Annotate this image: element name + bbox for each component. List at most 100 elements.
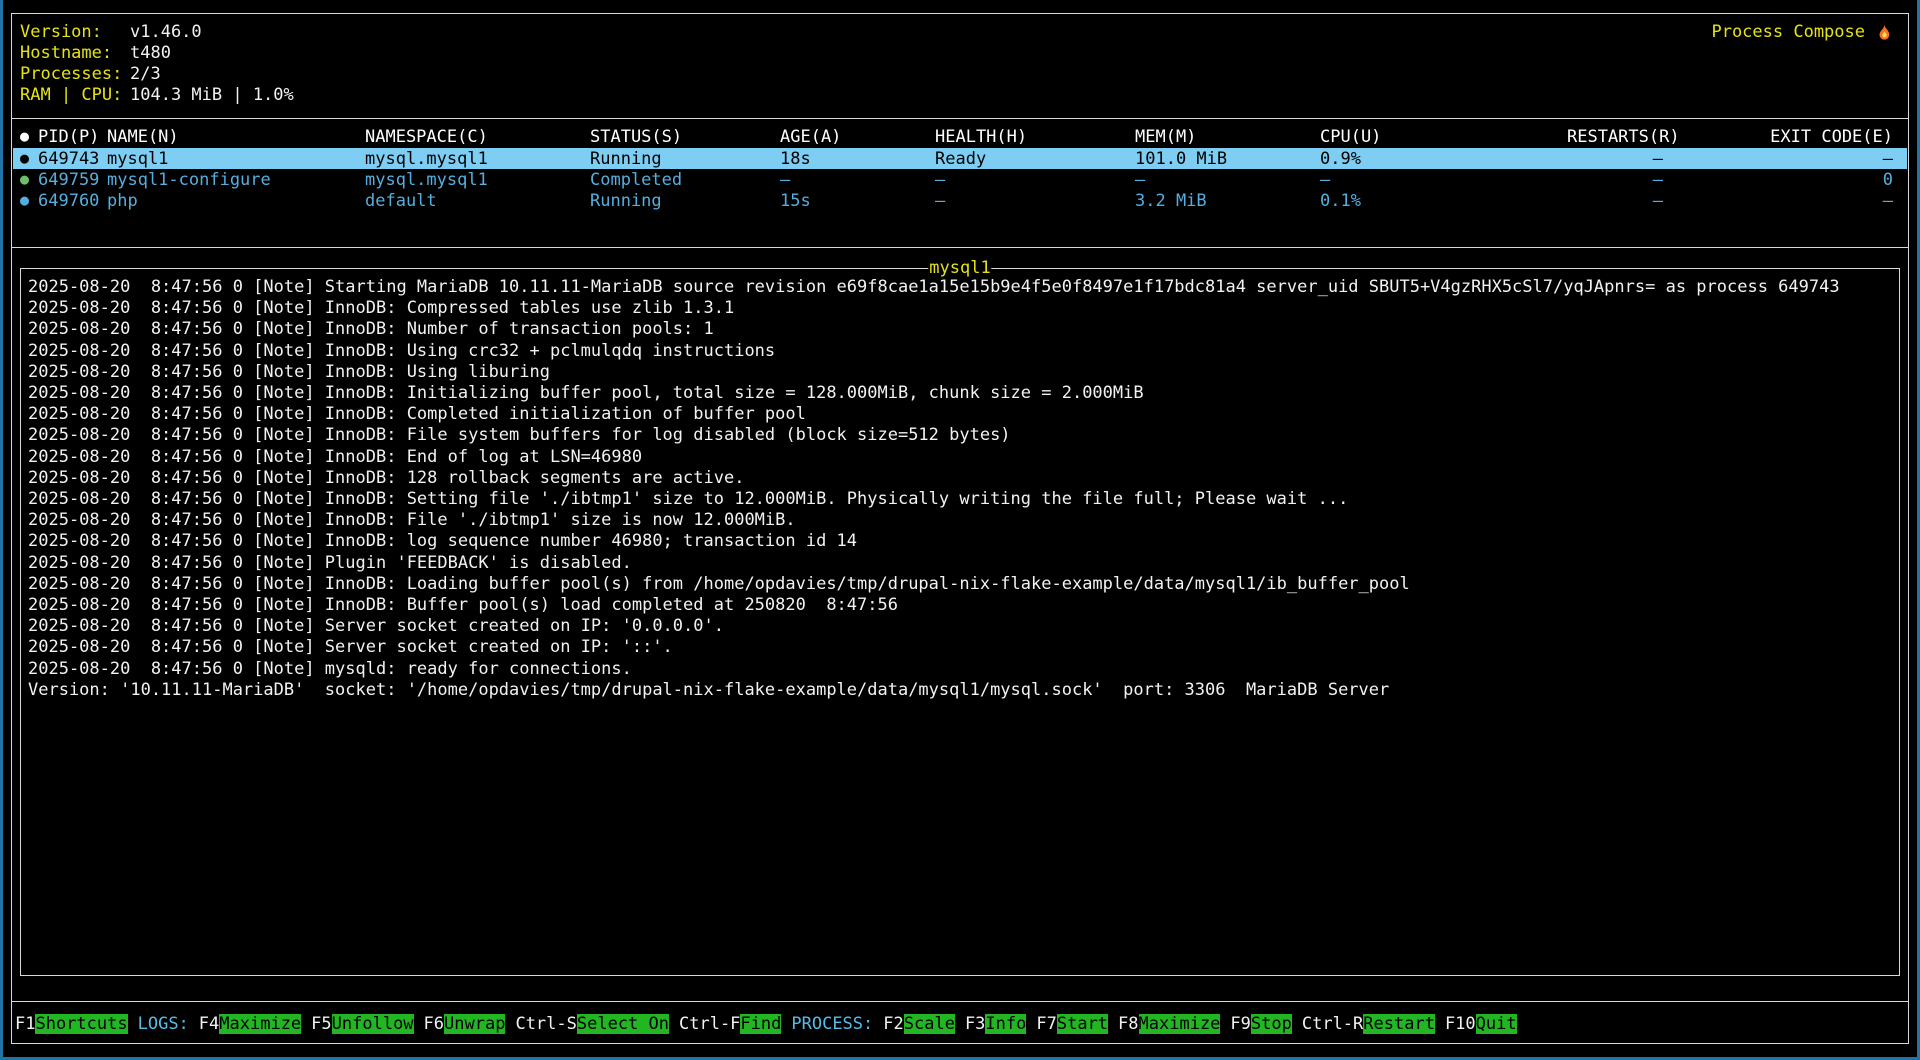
col-age[interactable]: AGE(A) [780,127,935,147]
shortcut-button-select-on[interactable]: Select On [577,1014,669,1034]
hostname-label: Hostname: [20,43,130,64]
log-lines: 2025-08-20 8:47:56 0 [Note] Starting Mar… [28,277,1895,701]
shortcut-ctrl-r: Ctrl-RRestart [1302,1014,1435,1034]
shortcut-button-start[interactable]: Start [1057,1014,1108,1034]
processes-label: Processes: [20,64,130,85]
app-frame: Version:v1.46.0 Hostname:t480 Processes:… [11,13,1909,1044]
log-line: 2025-08-20 8:47:56 0 [Note] InnoDB: Load… [28,574,1895,595]
shortcut-key: F7 [1036,1014,1056,1034]
col-namespace[interactable]: NAMESPACE(C) [365,127,590,147]
process-table-header: ● PID(P) NAME(N) NAMESPACE(C) STATUS(S) … [13,125,1907,148]
status-dot-icon: ● [20,172,38,187]
shortcut-button-quit[interactable]: Quit [1476,1014,1517,1034]
process-row-mysql1-configure[interactable]: ● 649759 mysql1-configure mysql.mysql1 C… [13,169,1907,190]
shortcut-f3: F3Info [965,1014,1026,1034]
footer-section-process: PROCESS: [791,1014,873,1034]
col-name[interactable]: NAME(N) [107,127,365,147]
shortcut-f9: F9Stop [1230,1014,1291,1034]
version-label: Version: [20,22,130,43]
cell-exit-code: – [1663,149,1907,169]
cell-age: 18s [780,149,935,169]
log-line: 2025-08-20 8:47:56 0 [Note] Starting Mar… [28,277,1895,298]
shortcut-key: F8 [1118,1014,1138,1034]
hostname-value: t480 [130,43,171,64]
log-line: 2025-08-20 8:47:56 0 [Note] InnoDB: Comp… [28,404,1895,425]
cell-name: mysql1 [107,149,365,169]
cell-cpu: 0.9% [1320,149,1567,169]
log-line: 2025-08-20 8:47:56 0 [Note] InnoDB: Init… [28,383,1895,404]
shortcut-button-unfollow[interactable]: Unfollow [332,1014,414,1034]
cell-restarts: – [1567,170,1663,190]
cell-exit-code: 0 [1663,170,1907,190]
ram-cpu-row: RAM | CPU:104.3 MiB | 1.0% [20,85,294,106]
cell-health: – [935,170,1135,190]
shortcut-key: F3 [965,1014,985,1034]
col-cpu[interactable]: CPU(U) [1320,127,1567,147]
cell-cpu: 0.1% [1320,191,1567,211]
cell-pid: 649760 [38,191,107,211]
shortcut-key: Ctrl-F [679,1014,740,1034]
ram-cpu-value: 104.3 MiB | 1.0% [130,85,294,106]
shortcut-key: F9 [1230,1014,1250,1034]
status-dot-column-icon: ● [20,129,38,144]
col-restarts[interactable]: RESTARTS(R) [1567,127,1663,147]
log-footer-divider [12,1001,1908,1002]
process-row-php[interactable]: ● 649760 php default Running 15s – 3.2 M… [13,190,1907,211]
cell-mem: – [1135,170,1320,190]
processes-value: 2/3 [130,64,161,85]
shortcut-key: F5 [311,1014,331,1034]
process-table: ● PID(P) NAME(N) NAMESPACE(C) STATUS(S) … [13,125,1907,211]
shortcut-button-restart[interactable]: Restart [1363,1014,1435,1034]
shortcut-key: F10 [1445,1014,1476,1034]
table-log-divider [12,247,1908,248]
version-row: Version:v1.46.0 [20,22,294,43]
shortcut-f2: F2Scale [883,1014,955,1034]
shortcut-button-find[interactable]: Find [740,1014,781,1034]
shortcut-button-shortcuts[interactable]: Shortcuts [35,1014,127,1034]
cell-status: Running [590,149,780,169]
process-compose-app: Version:v1.46.0 Hostname:t480 Processes:… [0,0,1920,1060]
log-line: 2025-08-20 8:47:56 0 [Note] InnoDB: Sett… [28,489,1895,510]
app-title: Process Compose [1711,22,1894,43]
version-value: v1.46.0 [130,22,202,43]
shortcut-key: F1 [15,1014,35,1034]
col-mem[interactable]: MEM(M) [1135,127,1320,147]
shortcut-button-scale[interactable]: Scale [904,1014,955,1034]
shortcut-button-stop[interactable]: Stop [1251,1014,1292,1034]
shortcut-ctrl-s: Ctrl-SSelect On [515,1014,669,1034]
shortcut-button-info[interactable]: Info [985,1014,1026,1034]
shortcut-key: Ctrl-R [1302,1014,1363,1034]
footer-section-logs: LOGS: [138,1014,189,1034]
col-health[interactable]: HEALTH(H) [935,127,1135,147]
shortcut-f7: F7Start [1036,1014,1108,1034]
status-dot-icon: ● [20,193,38,208]
col-pid[interactable]: PID(P) [38,127,107,147]
log-line: 2025-08-20 8:47:56 0 [Note] InnoDB: Usin… [28,341,1895,362]
log-line: 2025-08-20 8:47:56 0 [Note] InnoDB: log … [28,531,1895,552]
col-status[interactable]: STATUS(S) [590,127,780,147]
log-line: 2025-08-20 8:47:56 0 [Note] InnoDB: Buff… [28,595,1895,616]
processes-row: Processes:2/3 [20,64,294,85]
shortcut-f6: F6Unwrap [424,1014,506,1034]
cell-mem: 3.2 MiB [1135,191,1320,211]
header-table-divider [12,118,1908,119]
shortcut-button-maximize-process[interactable]: Maximize [1139,1014,1221,1034]
process-row-mysql1[interactable]: ● 649743 mysql1 mysql.mysql1 Running 18s… [13,148,1907,169]
cell-mem: 101.0 MiB [1135,149,1320,169]
flame-icon [1874,23,1894,43]
shortcut-button-maximize-logs[interactable]: Maximize [219,1014,301,1034]
shortcut-button-unwrap[interactable]: Unwrap [444,1014,505,1034]
cell-namespace: default [365,191,590,211]
log-line: 2025-08-20 8:47:56 0 [Note] InnoDB: Comp… [28,298,1895,319]
col-exit-code[interactable]: EXIT CODE(E) [1663,127,1907,147]
ram-cpu-label: RAM | CPU: [20,85,130,106]
log-line: 2025-08-20 8:47:56 0 [Note] InnoDB: Numb… [28,319,1895,340]
cell-status: Completed [590,170,780,190]
cell-pid: 649743 [38,149,107,169]
cell-exit-code: – [1663,191,1907,211]
shortcut-key: F2 [883,1014,903,1034]
log-panel[interactable]: mysql1 2025-08-20 8:47:56 0 [Note] Start… [20,268,1900,976]
log-line: 2025-08-20 8:47:56 0 [Note] Plugin 'FEED… [28,553,1895,574]
cell-health: – [935,191,1135,211]
status-dot-icon: ● [20,151,38,166]
